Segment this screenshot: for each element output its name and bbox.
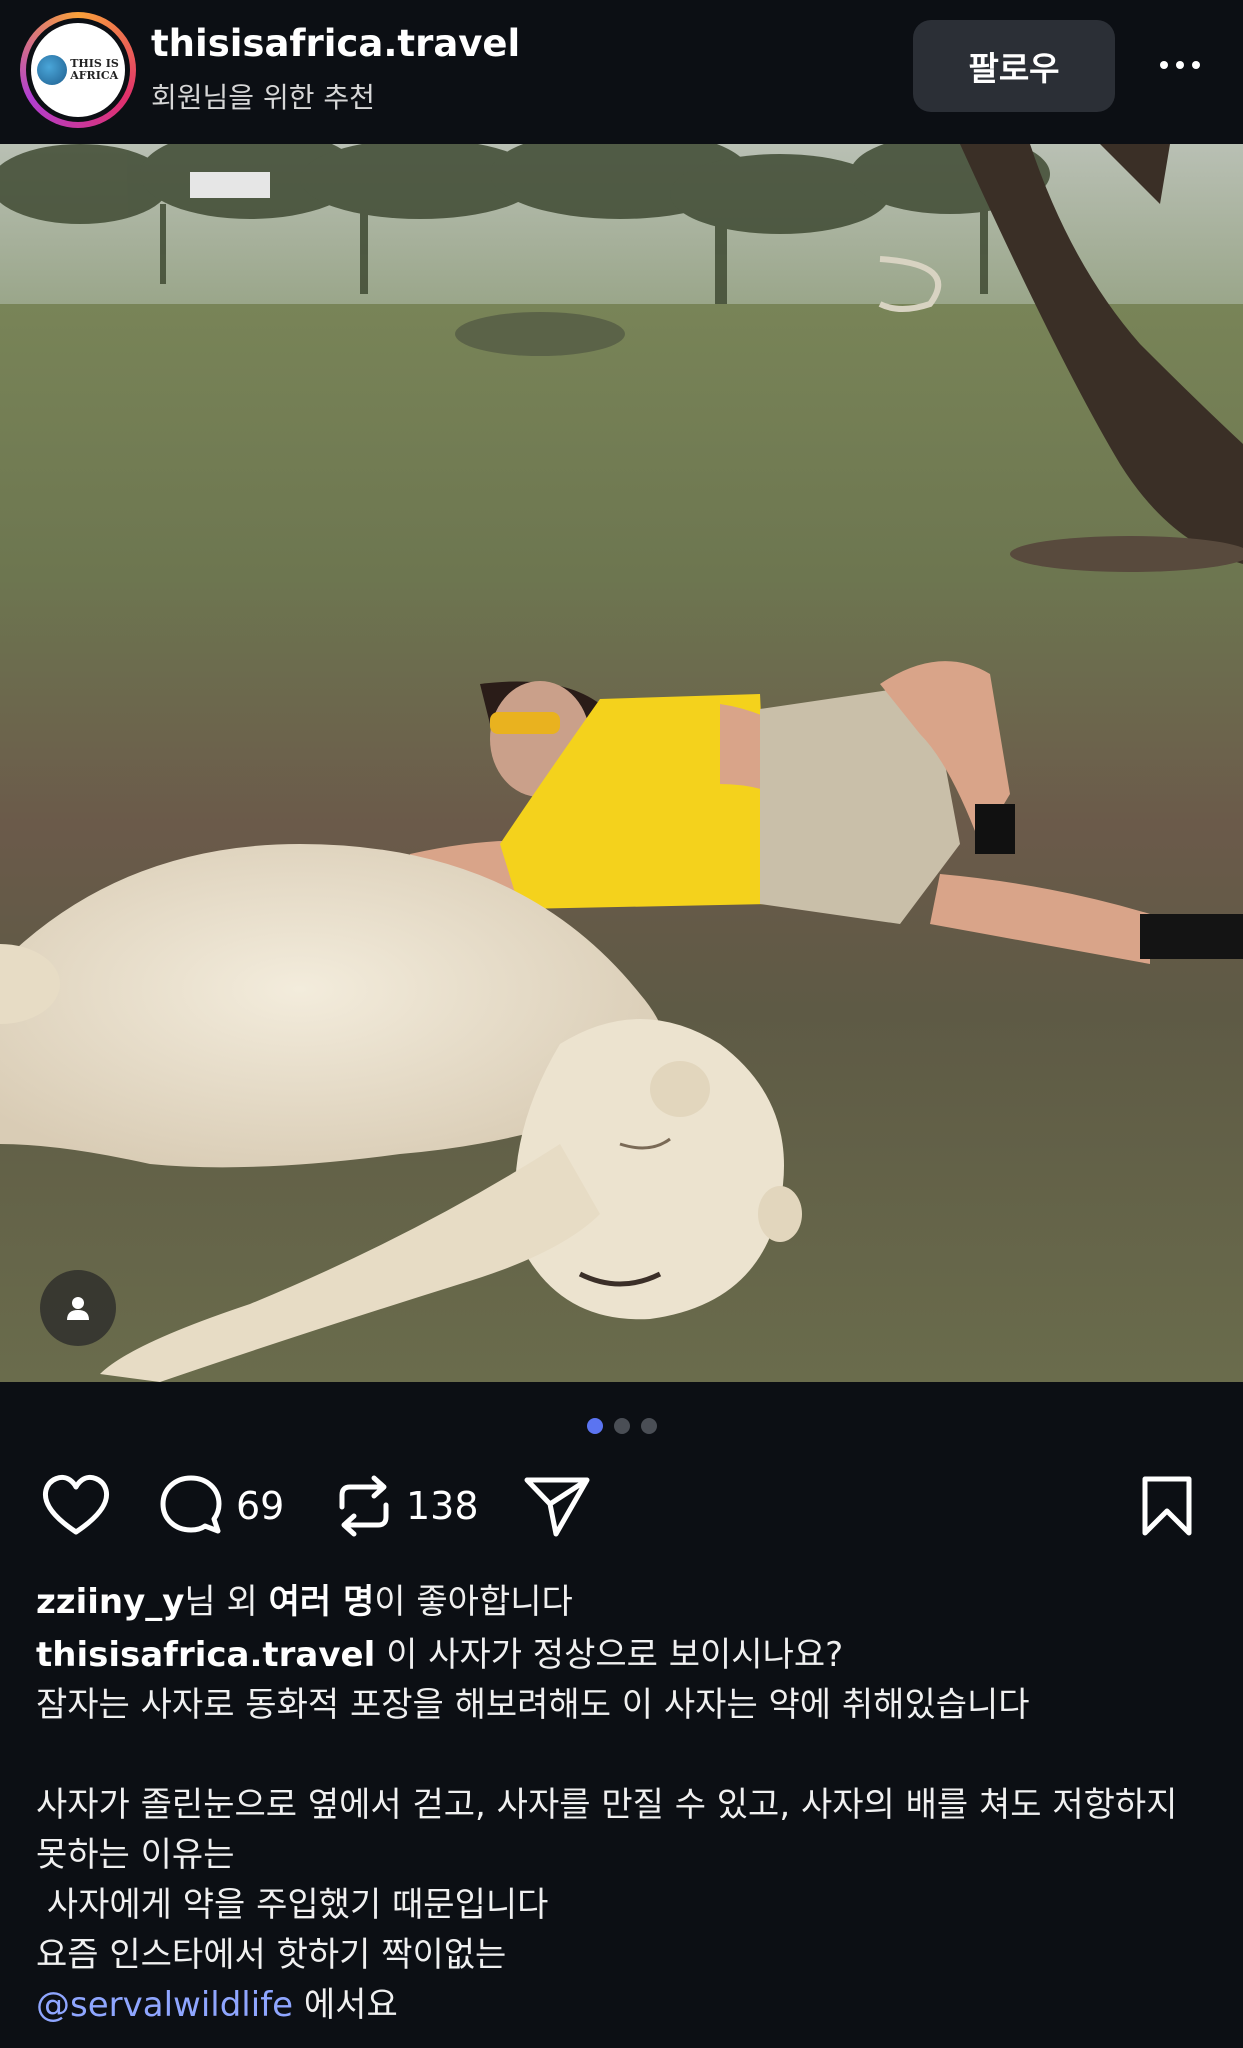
repost-button[interactable]: 138: [334, 1468, 479, 1544]
lion-and-man-photo: [0, 144, 1243, 1382]
caption-username[interactable]: thisisafrica.travel: [36, 1635, 375, 1675]
carousel-dot: [613, 1418, 630, 1434]
carousel-dot: [640, 1418, 657, 1434]
caption-line-1: 이 사자가 정상으로 보이시나요?: [375, 1635, 844, 1675]
comment-button[interactable]: 69: [158, 1468, 284, 1544]
mention-link[interactable]: @servalwildlife: [36, 1985, 293, 2025]
caption-line-5: 요즘 인스타에서 핫하기 짝이없는: [36, 1935, 507, 1975]
send-icon: [524, 1477, 590, 1537]
follow-button[interactable]: 팔로우: [913, 20, 1115, 112]
profile-avatar[interactable]: THIS IS AFRICA: [20, 12, 136, 128]
post-header: THIS IS AFRICA thisisafrica.travel 회원님을 …: [0, 0, 1243, 144]
post-caption: thisisafrica.travel 이 사자가 정상으로 보이시나요? 잠자…: [36, 1630, 1216, 2030]
person-icon: [67, 1297, 89, 1320]
logo-text-line2: AFRICA: [70, 69, 119, 82]
liker-username[interactable]: zziiny_y: [36, 1582, 184, 1622]
action-bar: 69 138: [0, 1468, 1243, 1544]
bookmark-icon: [1142, 1476, 1192, 1536]
carousel-indicator: [0, 1418, 1243, 1434]
more-dot: [1192, 61, 1200, 69]
share-button[interactable]: [522, 1468, 592, 1544]
account-username[interactable]: thisisafrica.travel: [151, 22, 520, 65]
like-button[interactable]: [40, 1468, 112, 1544]
repost-icon: [339, 1475, 389, 1537]
more-options-button[interactable]: [1150, 40, 1210, 90]
likes-end-text: 이 좋아합니다: [374, 1582, 573, 1622]
heart-icon: [42, 1474, 110, 1535]
caption-line-2: 잠자는 사자로 동화적 포장을 해보려해도 이 사자는 약에 취해있습니다: [36, 1685, 1030, 1725]
brand-logo: THIS IS AFRICA: [31, 23, 125, 117]
post-photo[interactable]: [0, 144, 1243, 1382]
tagged-users-button[interactable]: [40, 1270, 116, 1346]
repost-count: 138: [406, 1484, 479, 1528]
caption-line-6: 에서요: [293, 1985, 398, 2025]
likes-summary[interactable]: zziiny_y님 외 여러 명이 좋아합니다: [36, 1574, 573, 1623]
likes-others[interactable]: 여러 명: [269, 1582, 375, 1622]
suggested-for-you-label: 회원님을 위한 추천: [151, 81, 375, 114]
save-button[interactable]: [1140, 1468, 1194, 1544]
carousel-dot-active: [586, 1418, 603, 1434]
caption-line-3: 사자가 졸린눈으로 옆에서 걷고, 사자를 만질 수 있고, 사자의 배를 쳐도…: [36, 1785, 1178, 1875]
comment-count: 69: [236, 1484, 285, 1528]
comment-icon: [160, 1475, 222, 1534]
more-dots-icon: [1160, 61, 1168, 69]
caption-line-4: 사자에게 약을 주입했기 때문입니다: [36, 1885, 549, 1925]
likes-middle-text: 님 외: [184, 1582, 269, 1622]
more-dot: [1176, 61, 1184, 69]
globe-icon: [37, 55, 68, 85]
